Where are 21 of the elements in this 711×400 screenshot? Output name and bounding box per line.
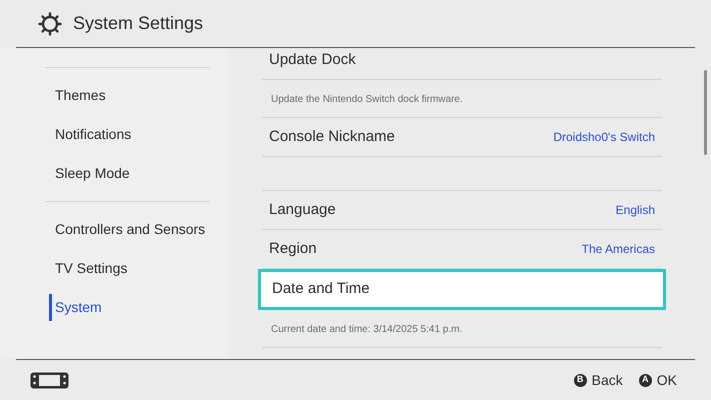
sidebar-item[interactable]: TV Settings — [45, 249, 210, 288]
window-title: System Settings — [73, 12, 204, 35]
setting-value: English — [616, 202, 655, 219]
footer-button[interactable]: A OK — [638, 370, 677, 390]
settings-row[interactable]: Console Nickname Droidsho0's Switch — [262, 118, 662, 157]
setting-value: Droidsho0's Switch — [553, 129, 655, 146]
settings-row[interactable]: Update Dock — [262, 48, 662, 80]
sidebar-item[interactable]: Controllers and Sensors — [45, 210, 210, 249]
setting-description: Update the Nintendo Switch dock firmware. — [271, 94, 463, 105]
settings-icon — [37, 10, 63, 36]
setting-description: Current date and time: 3/14/2025 5:41 p.m. — [271, 324, 462, 335]
settings-row[interactable]: Language English — [262, 191, 662, 230]
scrollbar-thumb[interactable] — [704, 70, 707, 155]
sidebar-item[interactable]: Notifications — [45, 115, 210, 154]
sidebar-item[interactable]: System — [45, 288, 210, 327]
setting-value: The Americas — [582, 241, 655, 258]
sidebar-item[interactable]: Themes — [45, 76, 210, 115]
sidebar-item[interactable]: Sleep Mode — [45, 154, 210, 193]
console-icon[interactable] — [30, 372, 69, 388]
settings-row[interactable]: Date and Time — [258, 269, 666, 310]
footer-button[interactable]: B Back — [574, 370, 623, 390]
